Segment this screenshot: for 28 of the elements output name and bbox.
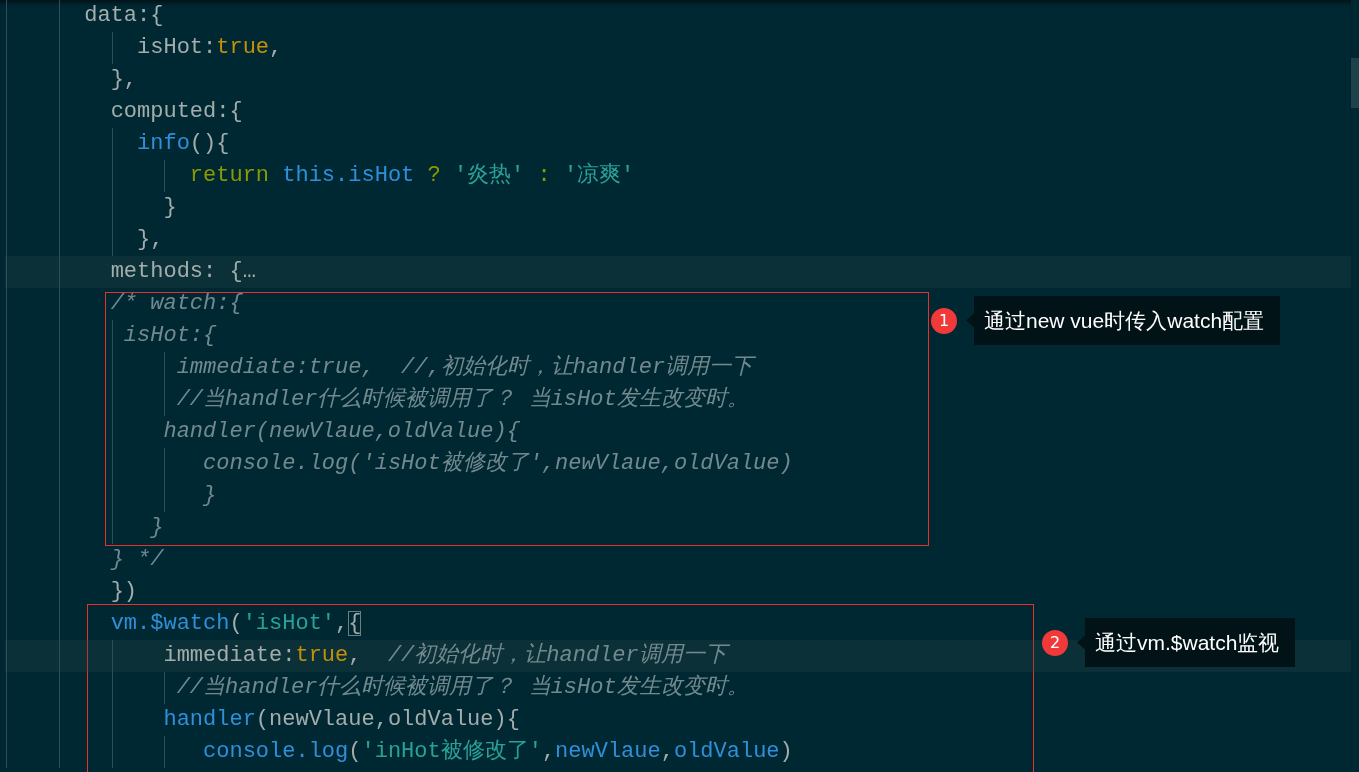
code-line: } [150,514,164,542]
code-line: console.log('inHot被修改了',newVlaue,oldValue) [203,738,793,766]
code-line: }, [110,66,138,94]
scrollbar-thumb[interactable] [1351,58,1359,108]
code-line: } */ [110,546,164,574]
code-editor[interactable] [0,0,1351,772]
code-line: /* watch:{ [110,290,243,318]
code-line: //当handler什么时候被调用了？ 当isHot发生改变时。 [176,385,749,414]
code-line: immediate:true, //,初始化时，让handler调用一下 [176,353,754,382]
step-number: 1 [931,307,957,334]
code-line: handler(newVlaue,oldValue){ [163,418,520,446]
code-line: console.log('isHot被修改了',newVlaue,oldValue) [203,450,793,478]
code-line: computed:{ [110,98,243,126]
code-line: } [203,482,217,510]
callout-label: 通过new vue时传入watch配置 [966,296,1281,345]
code-line: }, [137,226,164,254]
code-line: isHot:{ [123,322,217,350]
code-line: return this.isHot ? '炎热' : '凉爽' [189,161,635,190]
callout-label: 通过vm.$watch监视 [1077,618,1296,667]
code-line: } [163,194,177,222]
code-line: vm.$watch('isHot',{ [110,610,362,638]
code-line: info(){ [137,130,230,158]
code-line: data:{ [84,2,164,30]
code-line: handler(newVlaue,oldValue){ [163,706,520,734]
code-line: //当handler什么时候被调用了？ 当isHot发生改变时。 [176,673,749,702]
step-number: 2 [1042,629,1068,656]
code-line: }) [110,578,138,606]
code-line: isHot:true, [137,34,283,62]
